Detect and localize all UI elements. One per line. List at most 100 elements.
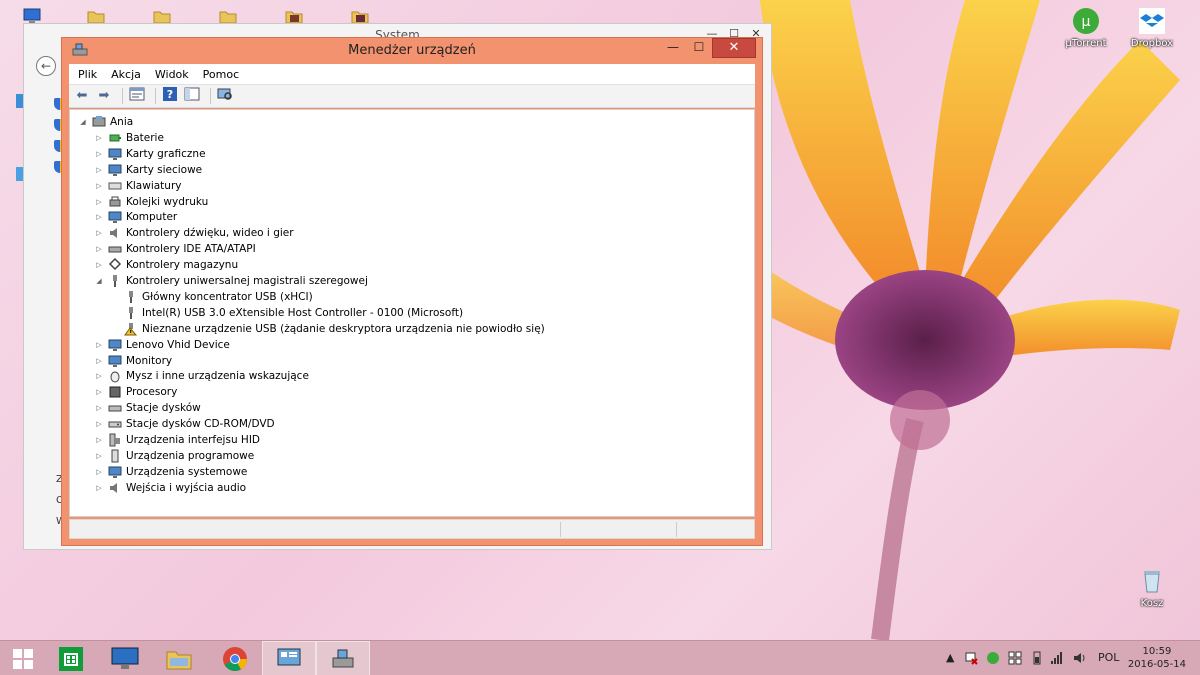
taskbar-explorer[interactable] <box>152 641 206 675</box>
taskbar-store[interactable] <box>44 641 98 675</box>
expand-arrow-icon[interactable]: ▷ <box>94 420 104 428</box>
tree-category[interactable]: ▷ Wejścia i wyjścia audio <box>94 480 246 496</box>
tree-device[interactable]: Intel(R) USB 3.0 eXtensible Host Control… <box>110 305 463 321</box>
expand-arrow-icon[interactable]: ◢ <box>78 118 88 126</box>
forward-arrow-icon[interactable]: ➡ <box>95 87 113 105</box>
tree-device-warning[interactable]: Nieznane urządzenie USB (żądanie deskryp… <box>110 321 545 337</box>
device-category-icon <box>108 195 122 209</box>
expand-arrow-icon[interactable]: ▷ <box>94 388 104 396</box>
dropbox-icon <box>1137 6 1167 36</box>
tree-category[interactable]: ▷ Urządzenia systemowe <box>94 464 247 480</box>
tree-category[interactable]: ▷ Urządzenia programowe <box>94 448 254 464</box>
back-arrow-icon[interactable]: ⬅ <box>73 87 91 105</box>
toolbar: ⬅ ➡ ? <box>69 84 755 108</box>
tree-category[interactable]: ▷ Mysz i inne urządzenia wskazujące <box>94 368 309 384</box>
scan-hardware-icon[interactable] <box>216 87 234 105</box>
tree-category[interactable]: ◢ Kontrolery uniwersalnej magistrali szer… <box>94 273 368 289</box>
tree-category[interactable]: ▷ Kontrolery dźwięku, wideo i gier <box>94 225 293 241</box>
device-tree[interactable]: ◢ Ania ▷ Baterie ▷ Karty graficzne ▷ Karty siec… <box>69 109 755 517</box>
expand-arrow-icon[interactable]: ▷ <box>94 166 104 174</box>
expand-arrow-icon[interactable]: ▷ <box>94 150 104 158</box>
tree-device[interactable]: Główny koncentrator USB (xHCI) <box>110 289 313 305</box>
expand-arrow-icon[interactable]: ▷ <box>94 404 104 412</box>
tree-item-label: Baterie <box>126 131 164 144</box>
tree-item-label: Stacje dysków <box>126 402 201 415</box>
device-category-icon <box>108 226 122 240</box>
tree-category[interactable]: ▷ Kontrolery IDE ATA/ATAPI <box>94 241 255 257</box>
expand-arrow-icon[interactable]: ▷ <box>94 134 104 142</box>
chrome-icon <box>223 646 247 671</box>
usb-device-icon <box>124 290 138 304</box>
tree-category[interactable]: ▷ Stacje dysków <box>94 400 201 416</box>
desktop-icon-dropbox[interactable]: Dropbox <box>1122 6 1182 49</box>
tree-category[interactable]: ▷ Urządzenia interfejsu HID <box>94 432 260 448</box>
expand-arrow-icon[interactable]: ▷ <box>94 436 104 444</box>
network-disconnected-icon[interactable] <box>964 651 978 668</box>
expand-arrow-icon[interactable]: ▷ <box>94 245 104 253</box>
expand-arrow-icon[interactable]: ▷ <box>94 261 104 269</box>
device-category-icon <box>108 433 122 447</box>
taskbar-device-manager[interactable] <box>316 641 370 675</box>
minimize-icon[interactable]: — <box>660 38 686 58</box>
view-icon[interactable] <box>183 87 201 105</box>
menu-pomoc[interactable]: Pomoc <box>203 68 239 81</box>
clock-date: 2016-05-14 <box>1127 659 1186 670</box>
tree-category[interactable]: ▷ Kontrolery magazynu <box>94 257 238 273</box>
clock[interactable]: 10:59 2016-05-14 <box>1128 645 1186 671</box>
battery-icon[interactable] <box>1032 651 1042 668</box>
tree-category[interactable]: ▷ Lenovo Vhid Device <box>94 337 230 353</box>
tree-root-computer[interactable]: ◢ Ania <box>78 114 133 130</box>
lenovo-monitor-icon <box>111 647 139 669</box>
expand-arrow-icon[interactable]: ◢ <box>94 277 104 285</box>
utorrent-tray-icon[interactable] <box>986 651 1000 668</box>
start-button[interactable] <box>0 641 50 675</box>
tree-category[interactable]: ▷ Stacje dysków CD-ROM/DVD <box>94 416 274 432</box>
tree-category[interactable]: ▷ Klawiatury <box>94 178 181 194</box>
wallpaper-flower <box>740 0 1180 640</box>
expand-arrow-icon[interactable]: ▷ <box>94 372 104 380</box>
properties-icon[interactable] <box>128 87 146 105</box>
close-button[interactable]: ✕ <box>712 38 756 58</box>
show-hidden-icons[interactable]: ▲ <box>946 651 954 664</box>
device-manager-titlebar[interactable]: Menedżer urządzeń — ☐ ✕ <box>62 38 762 64</box>
tree-item-label: Główny koncentrator USB (xHCI) <box>142 290 313 303</box>
help-icon[interactable]: ? <box>161 87 179 105</box>
expand-arrow-icon[interactable]: ▷ <box>94 198 104 206</box>
tree-category[interactable]: ▷ Baterie <box>94 130 164 146</box>
expand-arrow-icon[interactable]: ▷ <box>94 229 104 237</box>
device-category-icon <box>108 179 122 193</box>
volume-icon[interactable] <box>1072 651 1086 668</box>
expand-arrow-icon[interactable]: ▷ <box>94 213 104 221</box>
desktop-icon-utorrent[interactable]: µ µTorrent <box>1056 6 1116 49</box>
menu-akcja[interactable]: Akcja <box>111 68 141 81</box>
device-category-icon <box>108 210 122 224</box>
taskbar-chrome[interactable] <box>208 641 262 675</box>
expand-arrow-icon[interactable]: ▷ <box>94 484 104 492</box>
tree-item-label: Kontrolery magazynu <box>126 259 239 272</box>
language-indicator[interactable]: POL <box>1098 651 1119 664</box>
menu-plik[interactable]: Plik <box>78 68 97 81</box>
taskbar-control-panel[interactable] <box>262 641 316 675</box>
tree-category[interactable]: ▷ Procesory <box>94 384 177 400</box>
back-arrow-icon[interactable]: ← <box>36 56 56 76</box>
signal-icon[interactable] <box>1050 651 1064 668</box>
device-manager-window[interactable]: Menedżer urządzeń — ☐ ✕ Plik Akcja Widok… <box>61 37 763 546</box>
expand-arrow-icon[interactable]: ▷ <box>94 468 104 476</box>
tree-category[interactable]: ▷ Monitory <box>94 353 172 369</box>
tree-category[interactable]: ▷ Komputer <box>94 209 177 225</box>
tree-category[interactable]: ▷ Karty graficzne <box>94 146 206 162</box>
windows-tray-icon[interactable] <box>1008 651 1022 668</box>
taskbar-lenovo[interactable] <box>98 641 152 675</box>
expand-arrow-icon[interactable]: ▷ <box>94 182 104 190</box>
expand-arrow-icon[interactable]: ▷ <box>94 357 104 365</box>
expand-arrow-icon[interactable]: ▷ <box>94 452 104 460</box>
maximize-icon[interactable]: ☐ <box>686 38 712 58</box>
desktop-icon-recycle-bin[interactable]: Kosz <box>1122 566 1182 609</box>
device-manager-title: Menedżer urządzeń <box>348 43 476 58</box>
expand-arrow-icon[interactable]: ▷ <box>94 341 104 349</box>
menu-widok[interactable]: Widok <box>155 68 189 81</box>
tree-category[interactable]: ▷ Kolejki wydruku <box>94 194 208 210</box>
recycle-bin-label: Kosz <box>1140 598 1164 609</box>
device-category-icon <box>108 163 122 177</box>
tree-category[interactable]: ▷ Karty sieciowe <box>94 162 202 178</box>
